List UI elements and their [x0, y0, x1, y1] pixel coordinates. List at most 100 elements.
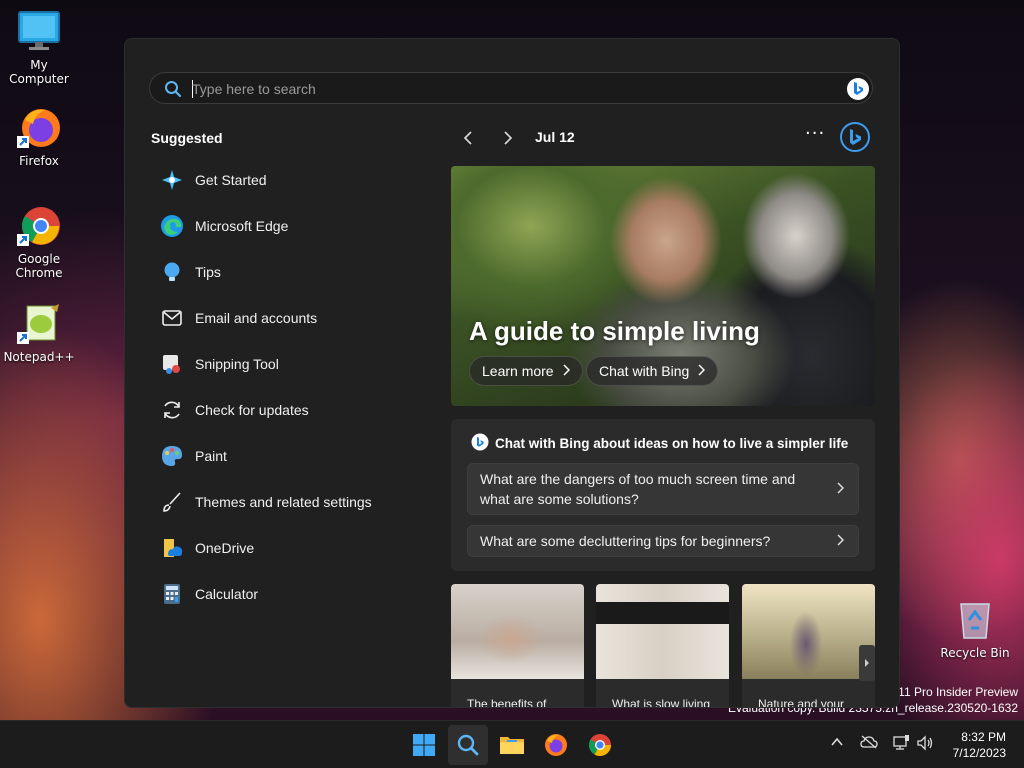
- chevron-right-icon[interactable]: [497, 127, 519, 149]
- notepadpp-icon: [17, 302, 61, 346]
- app-label: Calculator: [195, 586, 259, 602]
- taskbar-firefox[interactable]: [536, 725, 576, 765]
- windows-logo-icon: [413, 734, 435, 756]
- question-text: What are some decluttering tips for begi…: [480, 533, 771, 549]
- recycle-bin-icon: [953, 598, 997, 642]
- chevron-right-icon: [562, 363, 570, 379]
- desktop-icon-google-chrome[interactable]: Google Chrome: [1, 204, 77, 280]
- show-hidden-icons-chevron-up-icon[interactable]: [830, 735, 844, 753]
- article-image: [742, 584, 875, 679]
- article-card[interactable]: The benefits of: [451, 584, 584, 708]
- snipping-tool-icon: [159, 351, 185, 377]
- taskbar-chrome[interactable]: [580, 725, 620, 765]
- app-label: Paint: [195, 448, 227, 464]
- suggested-heading: Suggested: [151, 130, 223, 146]
- app-label: Email and accounts: [195, 310, 318, 326]
- volume-icon[interactable]: [916, 735, 934, 755]
- scroll-right-button[interactable]: [859, 645, 875, 681]
- app-label: Tips: [195, 264, 221, 280]
- start-button[interactable]: [404, 725, 444, 765]
- article-caption: Nature and your: [758, 697, 845, 708]
- clock-date: 7/12/2023: [952, 746, 1006, 760]
- desktop-icon-label: Google Chrome: [15, 252, 63, 280]
- folder-icon: [500, 737, 524, 754]
- search-box[interactable]: [149, 72, 873, 104]
- taskbar-search-button[interactable]: [448, 725, 488, 765]
- chat-heading-text: Chat with Bing about ideas on how to liv…: [495, 436, 849, 451]
- brush-icon: [159, 489, 185, 515]
- desktop-icon-notepadpp[interactable]: Notepad++: [1, 302, 77, 364]
- desktop-icon-label: Notepad++: [3, 350, 75, 364]
- highlights-date: Jul 12: [535, 129, 575, 145]
- app-email-and-accounts[interactable]: Email and accounts: [149, 295, 429, 341]
- calculator-icon: [159, 581, 185, 607]
- app-paint[interactable]: Paint: [149, 433, 429, 479]
- app-tips[interactable]: Tips: [149, 249, 429, 295]
- mail-icon: [159, 305, 185, 331]
- more-options-icon[interactable]: ···: [805, 123, 825, 144]
- desktop-icon-my-computer[interactable]: My Computer: [1, 10, 77, 86]
- firefox-icon: [545, 734, 567, 756]
- desktop-icon-label: My Computer: [9, 58, 69, 86]
- get-started-icon: [159, 167, 185, 193]
- bing-chat-icon[interactable]: [839, 121, 871, 157]
- onedrive-offline-icon[interactable]: [860, 735, 878, 753]
- desktop-icon-label: Firefox: [19, 154, 59, 168]
- chat-question-1[interactable]: What are the dangers of too much screen …: [467, 463, 859, 515]
- suggested-app-list: Get Started Microsoft Edge Tips Email an…: [149, 157, 429, 617]
- question-text: What are the dangers of too much screen …: [480, 471, 796, 507]
- chrome-icon: [589, 734, 611, 756]
- search-panel: Suggested Get Started Microsoft Edge: [124, 38, 900, 708]
- app-snipping-tool[interactable]: Snipping Tool: [149, 341, 429, 387]
- taskbar-file-explorer[interactable]: [492, 725, 532, 765]
- taskbar: 8:32 PM 7/12/2023: [0, 720, 1024, 768]
- firefox-icon: [17, 106, 61, 150]
- hero-card[interactable]: A guide to simple living Learn more Chat…: [451, 166, 875, 406]
- chat-with-bing-button[interactable]: Chat with Bing: [586, 356, 719, 386]
- app-onedrive[interactable]: OneDrive: [149, 525, 429, 571]
- desktop-icon-firefox[interactable]: Firefox: [1, 106, 77, 168]
- bing-chat-card: Chat with Bing about ideas on how to liv…: [451, 419, 875, 571]
- desktop-icon-label: Recycle Bin: [940, 646, 1010, 660]
- app-label: Snipping Tool: [195, 356, 279, 372]
- app-microsoft-edge[interactable]: Microsoft Edge: [149, 203, 429, 249]
- bing-icon: [471, 433, 489, 454]
- app-themes-settings[interactable]: Themes and related settings: [149, 479, 429, 525]
- search-icon: [164, 80, 182, 102]
- learn-more-label: Learn more: [482, 363, 554, 379]
- article-card[interactable]: Nature and your: [742, 584, 875, 708]
- highlights-nav: Jul 12 ···: [451, 122, 875, 153]
- article-card[interactable]: What is slow living: [596, 584, 729, 708]
- chat-question-2[interactable]: What are some decluttering tips for begi…: [467, 525, 859, 557]
- app-get-started[interactable]: Get Started: [149, 157, 429, 203]
- chevron-right-icon: [836, 531, 845, 551]
- search-icon: [457, 734, 479, 756]
- chevron-right-icon: [697, 363, 706, 379]
- onedrive-icon: [159, 535, 185, 561]
- desktop-icon-recycle-bin[interactable]: Recycle Bin: [937, 598, 1013, 660]
- app-label: OneDrive: [195, 540, 255, 556]
- edge-icon: [159, 213, 185, 239]
- paint-icon: [159, 443, 185, 469]
- app-calculator[interactable]: Calculator: [149, 571, 429, 617]
- app-label: Themes and related settings: [195, 494, 372, 510]
- chevron-left-icon[interactable]: [457, 127, 479, 149]
- bing-icon[interactable]: [846, 77, 870, 105]
- network-icon[interactable]: [892, 735, 910, 755]
- search-input[interactable]: [192, 78, 812, 100]
- app-label: Get Started: [195, 172, 267, 188]
- chat-heading: Chat with Bing about ideas on how to liv…: [471, 433, 848, 454]
- hero-title: A guide to simple living: [469, 316, 760, 346]
- article-image: [451, 584, 584, 679]
- article-caption: What is slow living: [612, 697, 711, 708]
- app-label: Microsoft Edge: [195, 218, 289, 234]
- monitor-icon: [17, 10, 61, 54]
- article-image: [596, 584, 729, 679]
- chevron-right-icon: [836, 479, 845, 499]
- taskbar-clock[interactable]: 8:32 PM 7/12/2023: [953, 729, 1006, 761]
- learn-more-button[interactable]: Learn more: [469, 356, 583, 386]
- article-thumbnails: The benefits of What is slow living Natu…: [451, 584, 875, 708]
- app-check-for-updates[interactable]: Check for updates: [149, 387, 429, 433]
- tips-icon: [159, 259, 185, 285]
- article-caption: The benefits of: [467, 697, 547, 708]
